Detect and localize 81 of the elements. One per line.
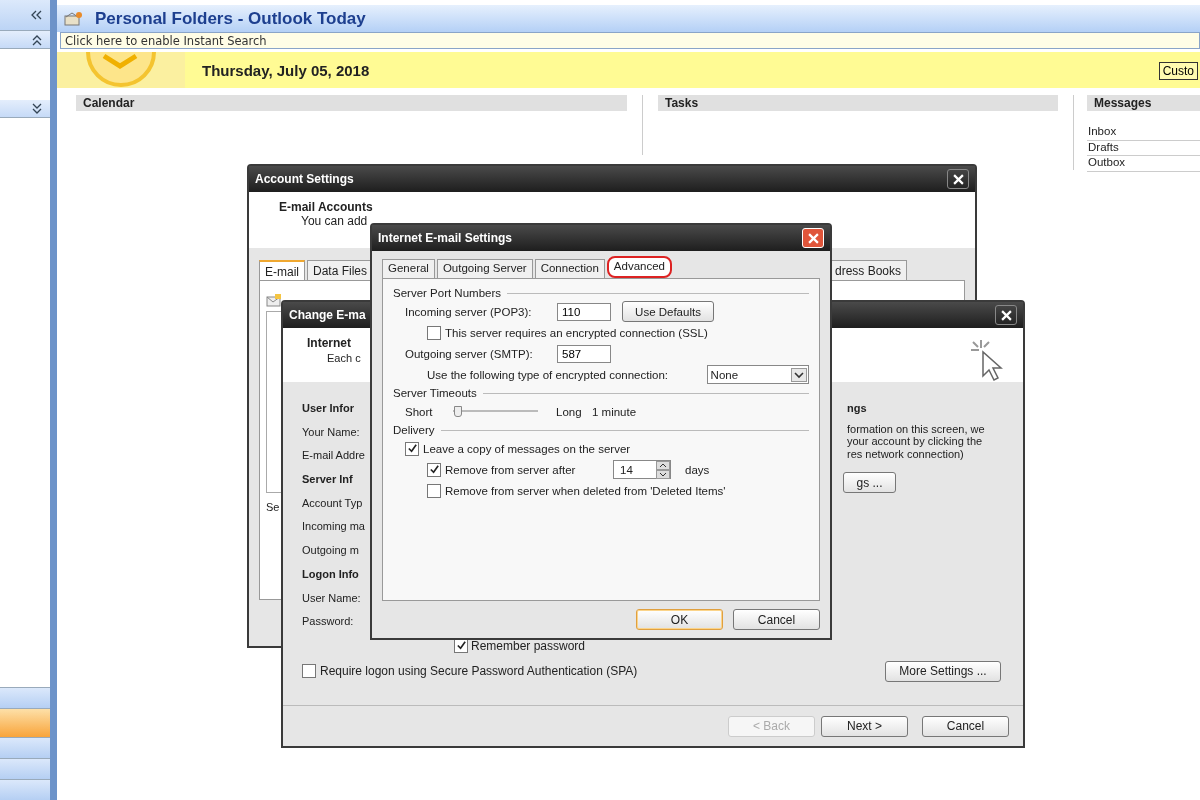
- folder-link[interactable]: Inbox: [1087, 125, 1200, 141]
- dialog-button[interactable]: OK: [636, 609, 723, 630]
- field-label: E-mail Addre: [302, 448, 366, 464]
- close-icon: [952, 173, 964, 185]
- close-button[interactable]: [947, 169, 969, 189]
- help-text: your account by clicking the: [847, 435, 984, 448]
- unit-label: days: [685, 463, 710, 476]
- checkbox[interactable]: [427, 483, 441, 498]
- encryption-dropdown[interactable]: None: [706, 365, 809, 384]
- checkbox-label: Remove from server when deleted from 'Deleted Items': [445, 484, 726, 497]
- folder-home-icon: [63, 10, 83, 27]
- checkbox-label: Require logon using Secure Password Authentication (SPA): [320, 664, 638, 679]
- spinner-arrows-icon: [656, 460, 670, 479]
- customize-button[interactable]: Custo: [1158, 62, 1198, 80]
- folder-link[interactable]: Outbox: [1087, 156, 1200, 172]
- chevron-up-icon[interactable]: [32, 33, 42, 46]
- collapse-icon[interactable]: [30, 10, 42, 20]
- close-button[interactable]: [995, 305, 1017, 325]
- field-label: Se: [266, 501, 280, 513]
- section-heading: Server Inf: [302, 472, 354, 488]
- checkbox-label: Remove from server after: [445, 463, 577, 476]
- dialog-heading: E-mail Accounts: [279, 200, 374, 214]
- chevron-down-icon[interactable]: [32, 102, 42, 115]
- port-field[interactable]: 110: [557, 302, 611, 321]
- field-label: Incoming server (POP3):: [405, 305, 533, 318]
- dialog-description: You can add: [301, 214, 369, 228]
- field-label: User Name:: [302, 590, 362, 606]
- tab[interactable]: Advanced: [606, 256, 672, 278]
- window-title: Change E-ma: [289, 308, 366, 322]
- use-defaults-button[interactable]: Use Defaults: [622, 301, 714, 322]
- tab[interactable]: E-mail: [259, 260, 305, 280]
- help-text: formation on this screen, we: [847, 422, 986, 436]
- folder-link[interactable]: Drafts: [1087, 140, 1200, 156]
- clock-icon: [86, 52, 156, 88]
- port-field[interactable]: 587: [557, 344, 611, 363]
- tab[interactable]: Outgoing Server: [436, 259, 533, 278]
- checkbox-label: Remember password: [471, 638, 586, 653]
- close-icon: [1000, 309, 1012, 321]
- checkbox[interactable]: [302, 664, 316, 679]
- checkbox[interactable]: [405, 441, 419, 456]
- search-field[interactable]: Click here to enable Instant Search: [60, 32, 1200, 49]
- checkbox[interactable]: [427, 462, 441, 477]
- window-title: Internet E-mail Settings: [378, 231, 513, 245]
- dialog-description: Each c: [327, 352, 361, 364]
- field-label: Your Name:: [302, 424, 361, 440]
- timeout-value: 1 minute: [592, 405, 637, 418]
- section-heading: ngs: [847, 401, 868, 416]
- caret-icon: [791, 367, 807, 382]
- section-heading: Messages: [1087, 95, 1200, 111]
- field-label: Incoming ma: [302, 519, 366, 535]
- checkbox-label: This server requires an encrypted connection (SSL): [445, 326, 708, 339]
- checkbox[interactable]: [427, 325, 441, 340]
- section-heading: Tasks: [658, 95, 1058, 111]
- section-heading: Calendar: [76, 95, 627, 111]
- group-heading: Server Timeouts: [393, 387, 477, 399]
- tab[interactable]: General: [382, 259, 435, 278]
- slider-label: Short: [405, 405, 434, 418]
- field-label: Password:: [302, 614, 355, 630]
- tab[interactable]: Connection: [534, 259, 605, 278]
- close-icon: [807, 232, 819, 244]
- date-heading: Thursday, July 05, 2018: [202, 61, 370, 79]
- window-title: Account Settings: [255, 172, 354, 186]
- dialog-button[interactable]: Cancel: [733, 609, 820, 630]
- group-heading: Server Port Numbers: [393, 287, 501, 299]
- field-label: Outgoing server (SMTP):: [405, 347, 534, 360]
- wizard-button[interactable]: Next >: [821, 715, 908, 737]
- slider-label: Long: [556, 405, 583, 418]
- group-heading: Delivery: [393, 424, 435, 436]
- more-settings-button[interactable]: More Settings ...: [885, 660, 1001, 682]
- section-heading: User Infor: [302, 401, 355, 416]
- wizard-button[interactable]: Cancel: [922, 715, 1009, 737]
- field-label: Account Typ: [302, 495, 364, 511]
- field-label: Use the following type of encrypted connection:: [427, 368, 669, 381]
- checkbox-label: Leave a copy of messages on the server: [423, 442, 631, 455]
- section-heading: Logon Info: [302, 566, 360, 582]
- page-title: Personal Folders - Outlook Today: [95, 8, 366, 29]
- settings-button[interactable]: gs ...: [843, 472, 896, 494]
- help-text: res network connection): [847, 447, 965, 461]
- dialog-heading: Internet: [307, 336, 352, 350]
- days-spinner[interactable]: 14: [613, 460, 671, 479]
- field-label: Outgoing m: [302, 543, 360, 559]
